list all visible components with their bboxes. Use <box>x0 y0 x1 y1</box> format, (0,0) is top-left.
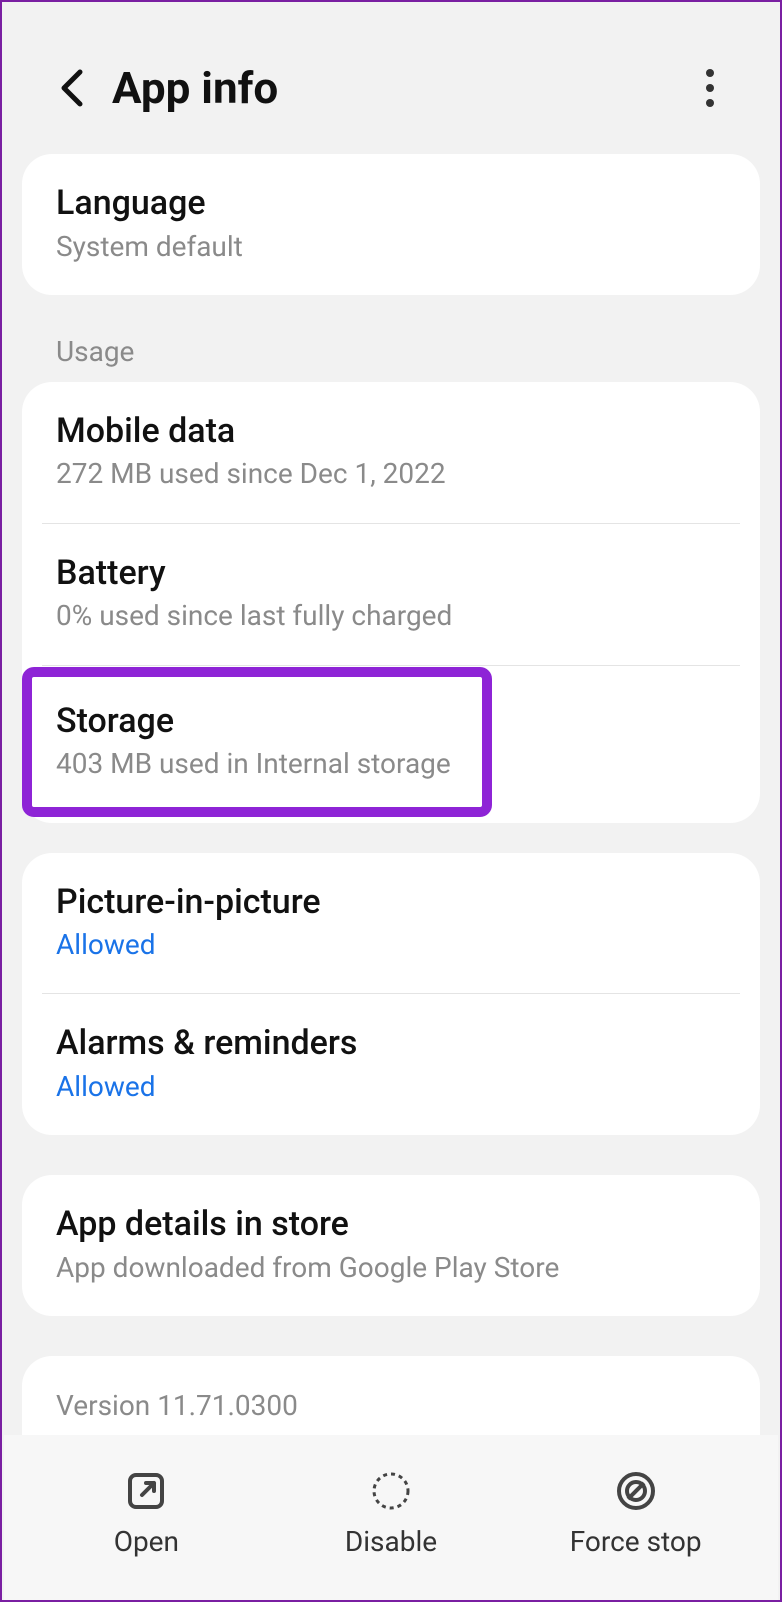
page-title: App info <box>112 62 690 114</box>
language-card: Language System default <box>22 154 760 295</box>
chevron-left-icon <box>58 68 86 108</box>
back-button[interactable] <box>52 68 92 108</box>
storage-item[interactable]: Storage 403 MB used in Internal storage <box>22 666 760 819</box>
force-stop-button[interactable]: Force stop <box>513 1467 758 1558</box>
alarms-title: Alarms & reminders <box>56 1022 726 1065</box>
more-vertical-icon <box>705 68 715 108</box>
store-title: App details in store <box>56 1203 726 1246</box>
force-stop-label: Force stop <box>570 1525 702 1558</box>
open-label: Open <box>114 1525 179 1558</box>
usage-card: Mobile data 272 MB used since Dec 1, 202… <box>22 382 760 823</box>
pip-title: Picture-in-picture <box>56 881 726 924</box>
force-stop-icon <box>612 1467 660 1515</box>
version-text: Version 11.71.0300 <box>56 1388 726 1424</box>
version-card: Version 11.71.0300 <box>22 1356 760 1434</box>
alarms-sub: Allowed <box>56 1069 726 1105</box>
usage-section-label: Usage <box>2 315 780 382</box>
pip-sub: Allowed <box>56 927 726 963</box>
battery-sub: 0% used since last fully charged <box>56 598 726 634</box>
battery-title: Battery <box>56 552 726 595</box>
disable-button[interactable]: Disable <box>269 1467 514 1558</box>
more-options-button[interactable] <box>690 68 730 108</box>
store-card: App details in store App downloaded from… <box>22 1175 760 1316</box>
language-title: Language <box>56 182 726 225</box>
mobile-data-title: Mobile data <box>56 410 726 453</box>
permissions-card: Picture-in-picture Allowed Alarms & remi… <box>22 853 760 1136</box>
battery-item[interactable]: Battery 0% used since last fully charged <box>22 524 760 665</box>
open-button[interactable]: Open <box>24 1467 269 1558</box>
storage-sub: 403 MB used in Internal storage <box>56 746 726 782</box>
alarms-item[interactable]: Alarms & reminders Allowed <box>22 994 760 1135</box>
language-sub: System default <box>56 229 726 265</box>
disable-icon <box>367 1467 415 1515</box>
storage-title: Storage <box>56 700 726 743</box>
header: App info <box>2 2 780 154</box>
mobile-data-item[interactable]: Mobile data 272 MB used since Dec 1, 202… <box>22 382 760 523</box>
language-item[interactable]: Language System default <box>22 154 760 295</box>
disable-label: Disable <box>345 1525 437 1558</box>
pip-item[interactable]: Picture-in-picture Allowed <box>22 853 760 994</box>
open-icon <box>122 1467 170 1515</box>
mobile-data-sub: 272 MB used since Dec 1, 2022 <box>56 456 726 492</box>
store-sub: App downloaded from Google Play Store <box>56 1250 726 1286</box>
bottom-action-bar: Open Disable Force stop <box>4 1435 778 1600</box>
store-item[interactable]: App details in store App downloaded from… <box>22 1175 760 1316</box>
